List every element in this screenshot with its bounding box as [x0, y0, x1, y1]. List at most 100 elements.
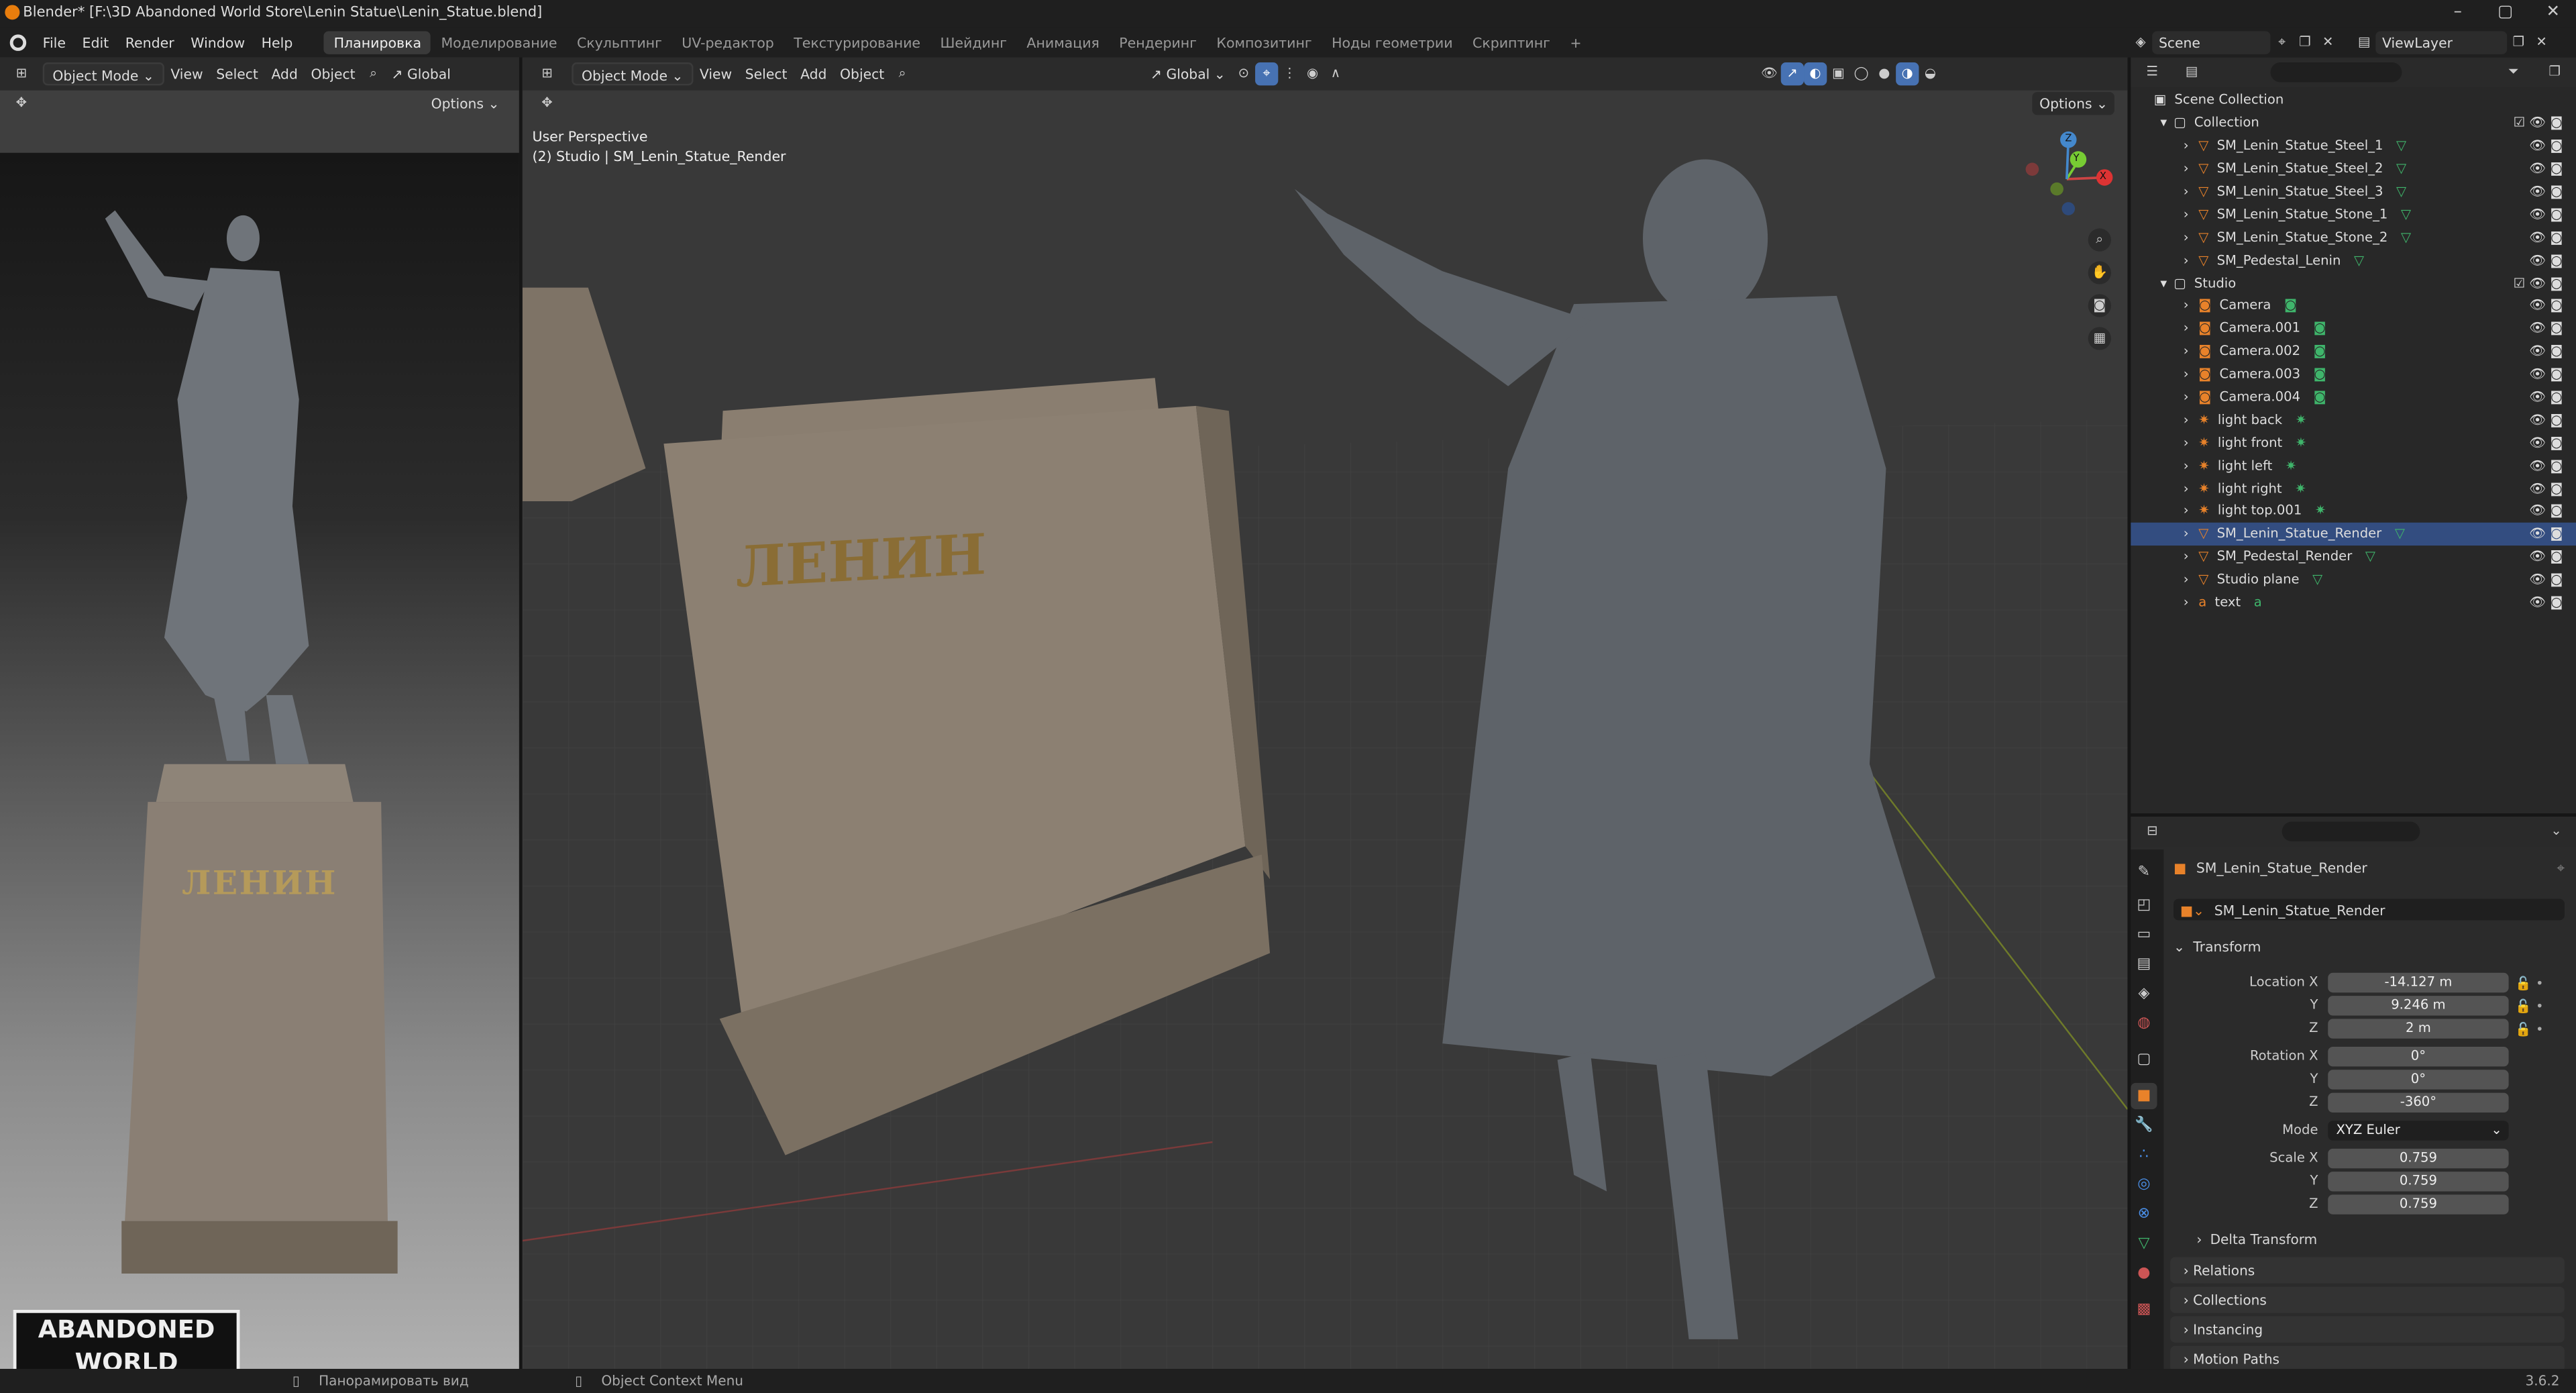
- display-mode-icon[interactable]: ▤: [2180, 61, 2203, 84]
- outliner-object-row[interactable]: › ◙ Camera.001 ◙ 👁 ◙: [2131, 317, 2576, 340]
- transform-tool-icon[interactable]: ✥: [10, 92, 33, 115]
- outliner-object-row[interactable]: › ✷ light top.001 ✷ 👁 ◙: [2131, 500, 2576, 523]
- expand-arrow-icon[interactable]: ›: [2184, 435, 2189, 450]
- outliner-search-input[interactable]: [2270, 62, 2402, 83]
- visibility-toggle-icon[interactable]: 👁 ◙: [2529, 504, 2563, 519]
- outliner-object-row[interactable]: › ▽ SM_Pedestal_Render ▽ 👁 ◙: [2131, 546, 2576, 568]
- rotation-x-field[interactable]: 0°: [2328, 1047, 2509, 1067]
- data-tab-icon[interactable]: ▽: [2131, 1231, 2157, 1257]
- scene-selector[interactable]: ◈ Scene ⌖ ❐ ✕: [2129, 31, 2339, 54]
- outliner-object-row[interactable]: › ✷ light right ✷ 👁 ◙: [2131, 477, 2576, 500]
- transform-panel-header[interactable]: ⌄ Transform: [2174, 935, 2565, 958]
- gizmo-toggle-icon[interactable]: ↗: [1780, 62, 1804, 86]
- main-snap-icon[interactable]: ⌕: [891, 62, 914, 85]
- pivot-icon[interactable]: ⊙: [1232, 62, 1255, 85]
- outliner-object-row[interactable]: › ▽ SM_Lenin_Statue_Render ▽ 👁 ◙: [2131, 522, 2576, 546]
- object-data-icon[interactable]: ▽: [2401, 207, 2411, 221]
- location-x-field[interactable]: -14.127 m: [2328, 972, 2509, 993]
- outliner-editor-icon[interactable]: ☰: [2141, 61, 2163, 84]
- collapse-arrow-icon[interactable]: ▾: [2160, 115, 2167, 130]
- close-button[interactable]: ✕: [2530, 0, 2576, 28]
- main-editor-type-icon[interactable]: ⊞: [535, 62, 558, 85]
- menu-file[interactable]: File: [34, 32, 74, 54]
- object-data-icon[interactable]: ✷: [2296, 435, 2306, 450]
- expand-arrow-icon[interactable]: ›: [2184, 184, 2189, 199]
- left-menu-view[interactable]: View: [164, 62, 210, 85]
- lock-icon[interactable]: 🔓 •: [2515, 973, 2564, 996]
- outliner-object-row[interactable]: › ▽ SM_Pedestal_Lenin ▽ 👁 ◙: [2131, 248, 2576, 271]
- zoom-icon[interactable]: ⌕: [2088, 228, 2111, 252]
- minimize-button[interactable]: –: [2434, 0, 2481, 28]
- texture-tab-icon[interactable]: ▩: [2131, 1296, 2157, 1323]
- location-y-field[interactable]: 9.246 m: [2328, 996, 2509, 1016]
- expand-arrow-icon[interactable]: ›: [2184, 229, 2189, 244]
- visibility-toggle-icon[interactable]: 👁 ◙: [2529, 161, 2563, 176]
- object-data-icon[interactable]: ▽: [2312, 572, 2322, 587]
- visibility-toggle-icon[interactable]: 👁 ◙: [2529, 527, 2563, 541]
- outliner-object-row[interactable]: › ▽ SM_Lenin_Statue_Steel_1 ▽ 👁 ◙: [2131, 134, 2576, 157]
- object-data-icon[interactable]: ▽: [2354, 252, 2364, 267]
- tool-tab-icon[interactable]: ✎: [2131, 860, 2157, 886]
- object-data-icon[interactable]: ◙: [2314, 344, 2326, 358]
- workspace-tab-animation[interactable]: Анимация: [1017, 32, 1110, 54]
- expand-arrow-icon[interactable]: ›: [2184, 550, 2189, 564]
- object-data-icon[interactable]: ✷: [2315, 504, 2326, 519]
- visibility-toggle-icon[interactable]: 👁 ◙: [2529, 184, 2563, 199]
- collections-panel[interactable]: › Collections: [2170, 1286, 2565, 1313]
- visibility-toggle-icon[interactable]: 👁 ◙: [2529, 366, 2563, 381]
- object-data-icon[interactable]: ◙: [2314, 389, 2326, 404]
- delete-scene-icon[interactable]: ✕: [2316, 32, 2339, 54]
- snap-target-icon[interactable]: ⋮: [1278, 62, 1301, 85]
- left-mode-dropdown[interactable]: Object Mode ⌄: [42, 62, 164, 86]
- left-menu-object[interactable]: Object: [305, 62, 362, 85]
- particles-tab-icon[interactable]: ∴: [2131, 1142, 2157, 1168]
- new-viewlayer-icon[interactable]: ❐: [2507, 32, 2530, 54]
- lock-icon[interactable]: 🔓 •: [2515, 1019, 2564, 1041]
- visibility-toggle-icon[interactable]: 👁 ◙: [2529, 321, 2563, 336]
- main-viewport[interactable]: ЛЕНИН ⊞ Object Mode ⌄ View Select Add Ob…: [522, 57, 2128, 1370]
- scene-name[interactable]: Scene: [2152, 31, 2271, 54]
- new-collection-icon[interactable]: ❐: [2543, 61, 2566, 84]
- workspace-tab-scripting[interactable]: Скриптинг: [1462, 32, 1560, 54]
- main-menu-view[interactable]: View: [693, 62, 739, 85]
- visibility-toggle-icon[interactable]: 👁 ◙: [2529, 435, 2563, 450]
- new-scene-icon[interactable]: ❐: [2294, 32, 2316, 54]
- expand-arrow-icon[interactable]: ›: [2184, 412, 2189, 427]
- visibility-toggle-icon[interactable]: 👁 ◙: [2529, 458, 2563, 473]
- main-options-button[interactable]: Options ⌄: [2033, 92, 2114, 115]
- scale-y-field[interactable]: 0.759: [2328, 1172, 2509, 1192]
- snapping-toggle-icon[interactable]: ⌖: [1254, 62, 1279, 86]
- modifier-tab-icon[interactable]: 🔧: [2131, 1113, 2157, 1139]
- visibility-toggle-icon[interactable]: 👁 ◙: [2529, 481, 2563, 496]
- viewlayer-name[interactable]: ViewLayer: [2375, 31, 2508, 54]
- workspace-tab-rendering[interactable]: Рендеринг: [1110, 32, 1207, 54]
- menu-help[interactable]: Help: [253, 32, 301, 54]
- menu-render[interactable]: Render: [117, 32, 182, 54]
- workspace-tab-modeling[interactable]: Моделирование: [431, 32, 567, 54]
- expand-arrow-icon[interactable]: ›: [2184, 366, 2189, 381]
- outliner-object-row[interactable]: › ▽ SM_Lenin_Statue_Stone_2 ▽ 👁 ◙: [2131, 225, 2576, 248]
- pin-icon[interactable]: ⌖: [2557, 859, 2564, 877]
- delete-viewlayer-icon[interactable]: ✕: [2530, 32, 2553, 54]
- outliner-filter-icon[interactable]: ⏷: [2502, 61, 2525, 84]
- visibility-toggle-icon[interactable]: 👁 ◙: [2529, 229, 2563, 244]
- menu-window[interactable]: Window: [182, 32, 253, 54]
- instancing-panel[interactable]: › Instancing: [2170, 1316, 2565, 1343]
- workspace-tab-layout[interactable]: Планировка: [323, 31, 431, 54]
- visibility-toggle-icon[interactable]: 👁 ◙: [2529, 138, 2563, 153]
- outliner-object-row[interactable]: › ▽ SM_Lenin_Statue_Stone_1 ▽ 👁 ◙: [2131, 203, 2576, 225]
- left-viewport[interactable]: ⊞ Object Mode ⌄ View Select Add Object ⌕…: [0, 57, 519, 1386]
- object-data-icon[interactable]: ✷: [2296, 412, 2306, 427]
- workspace-tab-shading[interactable]: Шейдинг: [930, 32, 1017, 54]
- proportional-edit-icon[interactable]: ◉: [1301, 62, 1324, 85]
- main-mode-dropdown[interactable]: Object Mode ⌄: [572, 62, 694, 86]
- rotation-mode-dropdown[interactable]: XYZ Euler ⌄: [2328, 1121, 2509, 1141]
- outliner-object-row[interactable]: › ✷ light left ✷ 👁 ◙: [2131, 454, 2576, 477]
- visibility-toggle-icon[interactable]: 👁 ◙: [2529, 298, 2563, 313]
- camera-view-icon[interactable]: ◙: [2088, 294, 2111, 317]
- left-menu-select[interactable]: Select: [209, 62, 264, 85]
- visibility-toggle-icon[interactable]: 👁 ◙: [2529, 207, 2563, 221]
- workspace-tab-sculpting[interactable]: Скульптинг: [567, 32, 672, 54]
- xray-icon[interactable]: ▣: [1827, 62, 1849, 85]
- main-transform-orientation[interactable]: ↗ Global ⌄: [1144, 62, 1232, 85]
